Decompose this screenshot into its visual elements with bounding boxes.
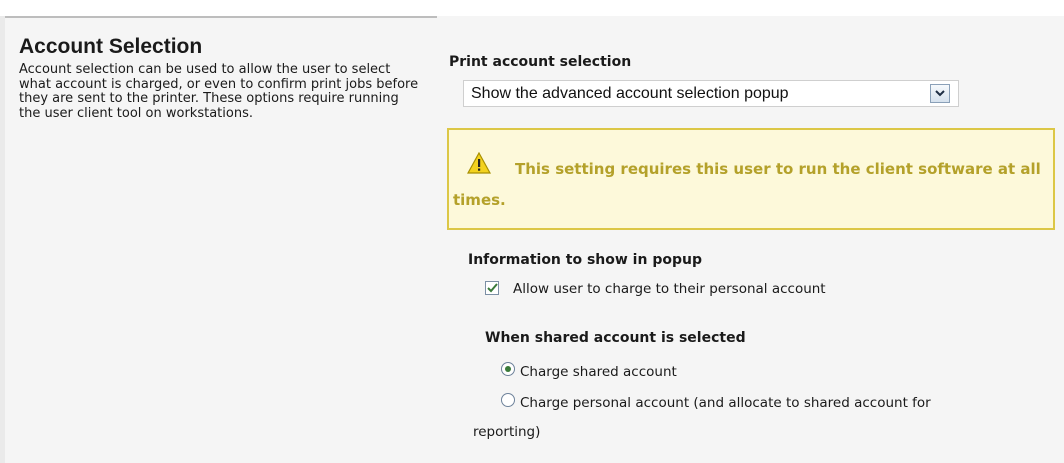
section-description: Account selection can be used to allow t… (19, 62, 419, 121)
charge-shared-account-label[interactable]: Charge shared account (520, 364, 677, 380)
chevron-down-icon[interactable] (930, 84, 950, 103)
warning-text: This setting requires this user to run t… (453, 160, 1041, 209)
warning-message-box: This setting requires this user to run t… (447, 128, 1055, 230)
personal-account-checkbox[interactable] (485, 281, 499, 295)
charge-personal-account-label-continued[interactable]: reporting) (473, 424, 540, 440)
charge-personal-account-radio[interactable] (501, 393, 515, 407)
personal-account-checkbox-label[interactable]: Allow user to charge to their personal a… (513, 281, 826, 297)
account-selection-settings-page: Account Selection Account selection can … (0, 0, 1064, 463)
charge-shared-account-radio[interactable] (501, 362, 515, 376)
shared-account-heading: When shared account is selected (485, 330, 746, 346)
dropdown-selected-value: Show the advanced account selection popu… (471, 84, 789, 102)
charge-personal-account-label[interactable]: Charge personal account (and allocate to… (520, 395, 931, 411)
popup-info-heading: Information to show in popup (468, 252, 702, 268)
radio-selected-dot (505, 366, 511, 372)
print-account-selection-dropdown[interactable]: Show the advanced account selection popu… (463, 80, 959, 107)
print-account-selection-label: Print account selection (449, 54, 632, 70)
top-strip (0, 0, 1064, 16)
section-title: Account Selection (19, 35, 203, 58)
